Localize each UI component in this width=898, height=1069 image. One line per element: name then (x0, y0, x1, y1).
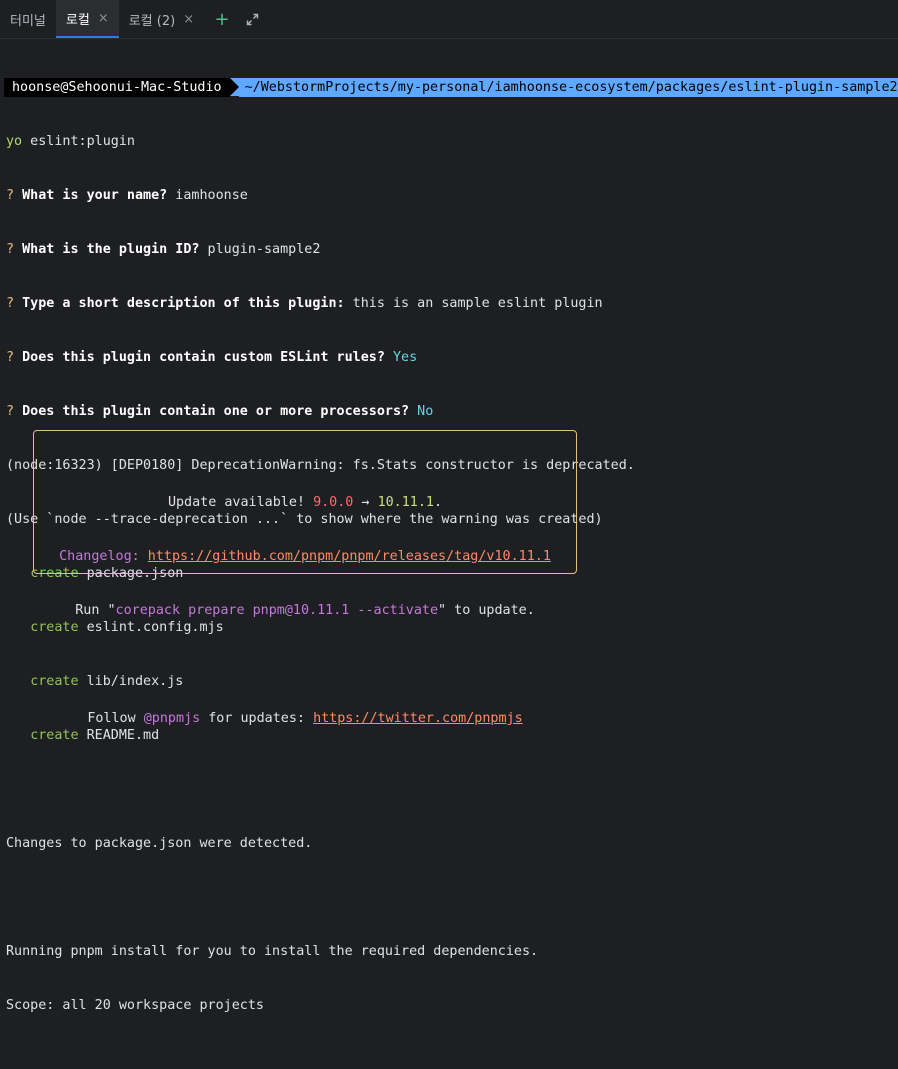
follow-line: Follow @pnpmjs for updates: https://twit… (87, 711, 523, 726)
close-icon[interactable]: × (98, 11, 109, 26)
command-line: yo eslint:plugin (6, 133, 892, 151)
tab-label: 로컬 (65, 12, 90, 28)
update-available: Update available! 9.0.0 → 10.11.1. (167, 495, 443, 510)
question-line: ? Does this plugin contain one or more p… (6, 404, 434, 419)
changes-detected: Changes to package.json were detected. (6, 836, 313, 851)
tab-local[interactable]: 로컬 × (55, 0, 119, 38)
question-line: ? What is your name? iamhoonse (6, 188, 248, 203)
prompt-path: ~/WebstormProjects/my-personal/iamhoonse… (238, 78, 898, 97)
scope-line: Scope: all 20 workspace projects (6, 998, 264, 1013)
create-line: create README.md (30, 728, 160, 743)
pnpm-update-box: Update available! 9.0.0 → 10.11.1. Chang… (33, 430, 577, 726)
question-line: ? Does this plugin contain custom ESLint… (6, 350, 418, 365)
create-line: create eslint.config.mjs (30, 620, 224, 635)
create-line: create lib/index.js (30, 674, 184, 689)
tab-local-2[interactable]: 로컬 (2) × (119, 0, 204, 38)
prompt-user-host: hoonse@Sehoonui-Mac-Studio (4, 78, 230, 97)
tab-label: 로컬 (2) (128, 13, 176, 29)
terminal-tab-bar: 터미널 로컬 × 로컬 (2) × + (0, 0, 898, 39)
question-line: ? What is the plugin ID? plugin-sample2 (6, 242, 321, 257)
run-command-line: Run "corepack prepare pnpm@10.11.1 --act… (75, 603, 535, 618)
shell-prompt: hoonse@Sehoonui-Mac-Studio ~/WebstormPro… (4, 78, 898, 97)
prompt-separator-arrow (229, 78, 239, 96)
changelog-line: Changelog: https://github.com/pnpm/pnpm/… (59, 549, 551, 564)
expand-arrows-icon (246, 13, 258, 25)
terminal-output[interactable]: hoonse@Sehoonui-Mac-Studio ~/WebstormPro… (0, 39, 898, 1069)
question-line: ? Type a short description of this plugi… (6, 296, 603, 311)
tab-terminal[interactable]: 터미널 (0, 0, 56, 38)
expand-icon[interactable] (240, 7, 264, 31)
running-install: Running pnpm install for you to install … (6, 944, 539, 959)
tab-label: 터미널 (10, 13, 46, 29)
new-tab-plus-icon[interactable]: + (210, 7, 234, 31)
changelog-link[interactable]: https://github.com/pnpm/pnpm/releases/ta… (148, 549, 551, 564)
twitter-link[interactable]: https://twitter.com/pnpmjs (313, 711, 523, 726)
command-arg: eslint:plugin (22, 134, 135, 149)
close-icon[interactable]: × (183, 12, 194, 27)
yo-command: yo (6, 134, 23, 149)
